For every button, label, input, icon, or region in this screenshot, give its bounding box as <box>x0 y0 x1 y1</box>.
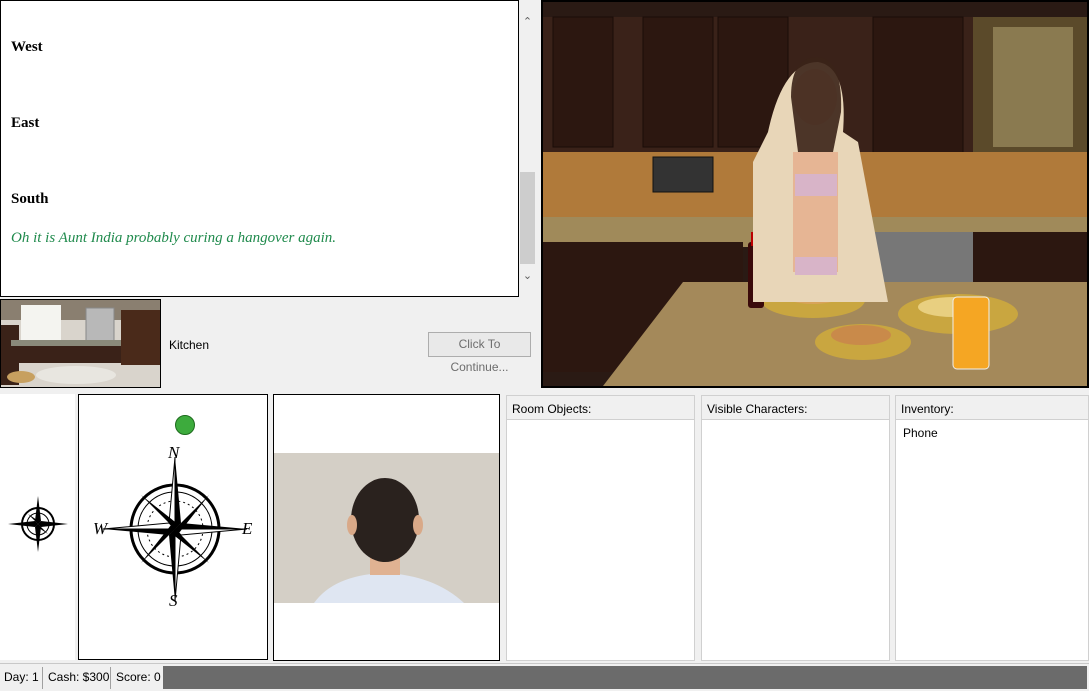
room-objects-panel: Room Objects: <box>506 395 695 661</box>
characters-panel: Visible Characters: <box>701 395 890 661</box>
story-direction-east: East <box>11 115 40 131</box>
compass-east-label[interactable]: E <box>242 519 252 539</box>
location-name: Kitchen <box>169 338 210 352</box>
compass-north-label[interactable]: N <box>168 443 179 463</box>
status-day: Day: 1 <box>4 670 39 684</box>
story-direction-south: South <box>11 191 49 207</box>
status-bar: Day: 1 Cash: $300 Score: 0 <box>0 663 1089 691</box>
inventory-panel: Inventory: Phone <box>895 395 1089 661</box>
status-cash: Cash: $300 <box>48 670 110 684</box>
room-objects-list[interactable] <box>507 421 694 660</box>
room-objects-header: Room Objects: <box>507 396 694 420</box>
mini-compass-panel <box>0 394 75 660</box>
location-thumbnail <box>0 299 161 388</box>
scroll-thumb[interactable] <box>520 172 535 264</box>
player-portrait <box>273 394 500 661</box>
scene-image <box>541 0 1089 388</box>
compass-rose-icon <box>102 456 248 602</box>
scroll-up-icon[interactable]: ⌃ <box>519 14 536 31</box>
mini-compass-icon <box>8 496 68 552</box>
story-scrollbar[interactable]: ⌃ ⌄ <box>519 0 536 297</box>
inventory-list[interactable]: Phone <box>896 421 1088 660</box>
compass-south-label[interactable]: S <box>169 591 178 611</box>
continue-button[interactable]: Click To Continue... <box>428 332 531 374</box>
story-direction-west: West <box>11 39 43 55</box>
inventory-header: Inventory: <box>896 396 1088 420</box>
status-score: Score: 0 <box>116 670 161 684</box>
characters-list[interactable] <box>702 421 889 660</box>
status-bar-fill <box>163 666 1087 689</box>
characters-header: Visible Characters: <box>702 396 889 420</box>
story-text-panel: West East South Oh it is Aunt India prob… <box>0 0 519 297</box>
navigation-compass[interactable]: N S E W <box>78 394 268 660</box>
story-flavor-text: Oh it is Aunt India probably curing a ha… <box>11 230 336 246</box>
inventory-item[interactable]: Phone <box>896 421 1088 440</box>
scroll-down-icon[interactable]: ⌄ <box>519 268 536 285</box>
compass-west-label[interactable]: W <box>93 519 107 539</box>
